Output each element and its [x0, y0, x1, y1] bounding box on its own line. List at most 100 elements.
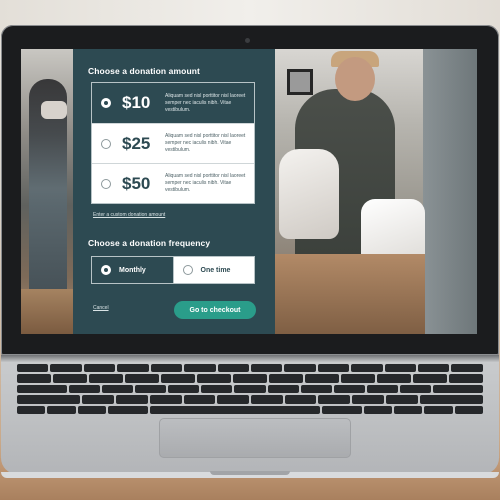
- key[interactable]: [201, 384, 233, 394]
- face-mask: [41, 101, 67, 119]
- frequency-options: Monthly One time: [91, 256, 255, 284]
- key[interactable]: [150, 364, 183, 373]
- key[interactable]: [341, 374, 375, 383]
- key[interactable]: [17, 374, 51, 383]
- radio-selected-icon[interactable]: [101, 265, 111, 275]
- key[interactable]: [384, 364, 417, 373]
- key[interactable]: [168, 384, 200, 394]
- key[interactable]: [424, 405, 453, 414]
- key[interactable]: [413, 374, 447, 383]
- volunteer-photo-right: [275, 49, 477, 334]
- amount-description: Aliquam sed nisl porttitor nisl laoreet …: [165, 173, 246, 193]
- spacebar-key[interactable]: [149, 405, 320, 414]
- key[interactable]: [363, 405, 392, 414]
- key[interactable]: [184, 364, 216, 373]
- frequency-label: Monthly: [119, 266, 146, 274]
- key[interactable]: [366, 384, 399, 394]
- key[interactable]: [108, 405, 148, 414]
- key[interactable]: [217, 395, 250, 404]
- key[interactable]: [233, 374, 267, 383]
- key-row: [17, 405, 484, 414]
- key[interactable]: [449, 374, 483, 383]
- radio-icon[interactable]: [101, 178, 111, 189]
- key[interactable]: [77, 405, 107, 414]
- key[interactable]: [321, 405, 362, 414]
- frequency-option-one-time[interactable]: One time: [173, 257, 254, 283]
- amount-value: $10: [122, 93, 151, 112]
- key[interactable]: [217, 364, 249, 373]
- key[interactable]: [47, 405, 76, 414]
- amount-option-50[interactable]: $50 Aliquam sed nisl porttitor nisl laor…: [92, 163, 254, 203]
- amount-description: Aliquam sed nisl porttitor nisl laoreet …: [165, 133, 246, 153]
- key[interactable]: [284, 395, 317, 404]
- key[interactable]: [116, 395, 148, 404]
- key[interactable]: [317, 364, 350, 373]
- key[interactable]: [17, 405, 46, 414]
- key[interactable]: [53, 374, 87, 383]
- key[interactable]: [117, 364, 149, 373]
- key[interactable]: [234, 384, 266, 394]
- key[interactable]: [305, 374, 339, 383]
- radio-icon[interactable]: [101, 138, 111, 149]
- key[interactable]: [89, 374, 123, 383]
- key[interactable]: [269, 374, 303, 383]
- key[interactable]: [351, 364, 383, 373]
- key[interactable]: [250, 364, 283, 373]
- amount-option-10[interactable]: $10 Aliquam sed nisl porttitor nisl laor…: [92, 83, 254, 123]
- laptop-hinge: [1, 355, 499, 362]
- volunteer-photo-left: [21, 49, 73, 334]
- key[interactable]: [251, 395, 283, 404]
- key[interactable]: [352, 395, 384, 404]
- key[interactable]: [393, 405, 423, 414]
- key[interactable]: [333, 384, 365, 394]
- webcam: [245, 38, 250, 43]
- keyboard: [17, 364, 484, 414]
- key-row: [17, 395, 484, 404]
- key[interactable]: [454, 405, 484, 414]
- frequency-section-title: Choose a donation frequency: [88, 238, 211, 248]
- key-row: [17, 364, 483, 373]
- key[interactable]: [400, 384, 432, 394]
- key[interactable]: [300, 384, 332, 394]
- amount-options: $10 Aliquam sed nisl porttitor nisl laor…: [91, 82, 255, 204]
- key[interactable]: [135, 384, 167, 394]
- radio-icon[interactable]: [182, 265, 193, 275]
- donation-panel: Choose a donation amount $10 Aliquam sed…: [73, 49, 275, 334]
- key[interactable]: [17, 384, 67, 394]
- frequency-option-monthly[interactable]: Monthly: [92, 257, 174, 283]
- key[interactable]: [149, 395, 182, 404]
- key[interactable]: [267, 384, 299, 394]
- key[interactable]: [125, 374, 159, 383]
- key[interactable]: [82, 395, 115, 404]
- cardboard-box: [275, 254, 425, 334]
- key[interactable]: [451, 364, 483, 373]
- key[interactable]: [197, 374, 231, 383]
- amount-option-25[interactable]: $25 Aliquam sed nisl porttitor nisl laor…: [92, 123, 254, 163]
- key[interactable]: [101, 384, 134, 394]
- key[interactable]: [83, 364, 116, 373]
- key[interactable]: [17, 364, 49, 373]
- amount-section-title: Choose a donation amount: [88, 66, 200, 76]
- key[interactable]: [418, 364, 450, 373]
- key[interactable]: [68, 384, 100, 394]
- key[interactable]: [50, 364, 82, 373]
- amount-value: $50: [122, 173, 151, 193]
- key[interactable]: [433, 384, 483, 394]
- amount-description: Aliquam sed nisl porttitor nisl laoreet …: [165, 92, 246, 113]
- cancel-link[interactable]: Cancel: [93, 305, 109, 311]
- key[interactable]: [377, 374, 411, 383]
- trackpad[interactable]: [159, 418, 351, 458]
- radio-selected-icon[interactable]: [101, 98, 111, 108]
- wall-panel: [423, 49, 477, 334]
- key[interactable]: [284, 364, 316, 373]
- key[interactable]: [161, 374, 195, 383]
- plastic-bag: [279, 149, 339, 239]
- key[interactable]: [183, 395, 216, 404]
- frequency-label: One time: [200, 266, 231, 274]
- checkout-button[interactable]: Go to checkout: [174, 301, 256, 319]
- key[interactable]: [17, 395, 81, 404]
- custom-amount-link[interactable]: Enter a custom donation amount: [93, 212, 165, 218]
- key[interactable]: [385, 395, 418, 404]
- key[interactable]: [318, 395, 351, 404]
- key[interactable]: [419, 395, 484, 404]
